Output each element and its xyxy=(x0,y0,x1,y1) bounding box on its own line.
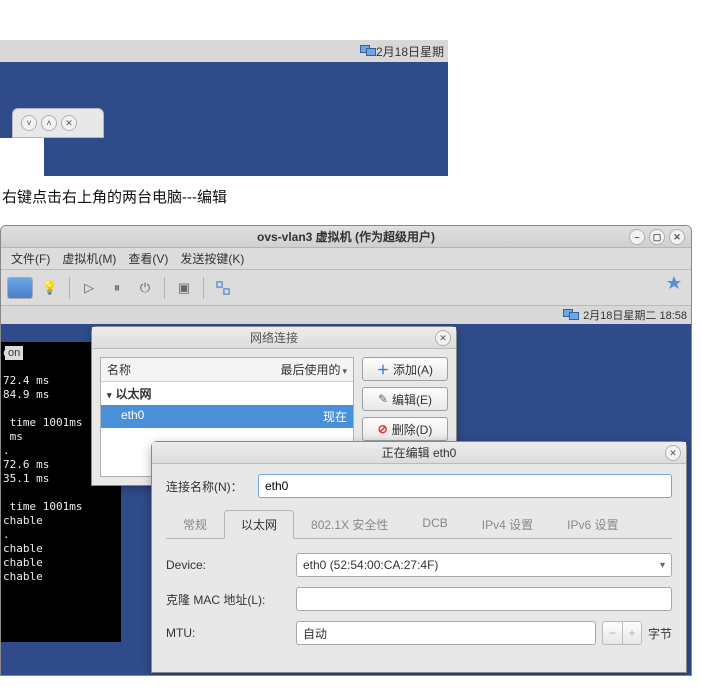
close-icon[interactable]: ✕ xyxy=(669,229,685,245)
close-icon[interactable]: ✕ xyxy=(61,115,77,131)
max-icon[interactable]: ▢ xyxy=(649,229,665,245)
snapshot-icon[interactable]: ▣ xyxy=(173,277,195,299)
clone-mac-label: 克隆 MAC 地址(L): xyxy=(166,591,286,608)
list-item-eth0[interactable]: eth0 现在 xyxy=(101,405,353,428)
white-strip xyxy=(0,138,44,176)
list-header: 名称 最后使用的 xyxy=(101,358,353,382)
mtu-unit: 字节 xyxy=(648,625,672,642)
terminal-on-label: on xyxy=(5,346,23,360)
resize-handle-icon[interactable] xyxy=(665,276,683,294)
menu-vm[interactable]: 虚拟机(M) xyxy=(58,250,120,267)
top-screenshot-fragment: 2月18日星期 ˅ ˄ ✕ xyxy=(0,0,448,176)
vm-host-title: ovs-vlan3 虚拟机 (作为超级用户) xyxy=(257,228,435,245)
device-combo[interactable]: eth0 (52:54:00:CA:27:4F) xyxy=(296,553,672,577)
tab-dcb[interactable]: DCB xyxy=(405,510,464,538)
top-status-bar: 2月18日星期 xyxy=(0,40,448,62)
close-icon[interactable]: ✕ xyxy=(435,330,451,346)
plus-icon: ＋ xyxy=(377,361,389,378)
mtu-label: MTU: xyxy=(166,626,286,640)
group-ethernet[interactable]: 以太网 xyxy=(101,382,353,405)
col-last-used[interactable]: 最后使用的 xyxy=(257,358,353,381)
caption-text: 右键点击右上角的两台电脑---编辑 xyxy=(2,186,702,207)
add-button[interactable]: ＋添加(A) xyxy=(362,357,448,381)
tab-ipv4[interactable]: IPv4 设置 xyxy=(465,510,550,538)
separator xyxy=(69,277,70,299)
mtu-minus-button[interactable]: − xyxy=(602,621,622,645)
separator xyxy=(203,277,204,299)
vm-host-titlebar: ovs-vlan3 虚拟机 (作为超级用户) – ▢ ✕ xyxy=(1,226,691,248)
edit-title: 正在编辑 eth0 xyxy=(382,444,457,461)
mtu-plus-button[interactable]: + xyxy=(622,621,642,645)
minimize-icon[interactable]: ˄ xyxy=(41,115,57,131)
col-name[interactable]: 名称 xyxy=(101,358,257,381)
vm-inner-date: 2月18日星期二 18:58 xyxy=(583,307,687,323)
network-connections-title: 网络连接 xyxy=(250,329,298,346)
edit-connection-dialog: 正在编辑 eth0 ✕ 连接名称(N)： 常规 以太网 802.1X 安全性 D… xyxy=(151,441,687,673)
console-button[interactable] xyxy=(7,277,33,299)
fullscreen-icon[interactable] xyxy=(212,277,234,299)
menu-file[interactable]: 文件(F) xyxy=(7,250,54,267)
shade-icon[interactable]: ˅ xyxy=(21,115,37,131)
mtu-input[interactable]: 自动 xyxy=(296,621,596,645)
network-computers-icon[interactable] xyxy=(563,309,579,321)
network-connections-titlebar: 网络连接 ✕ xyxy=(92,327,456,349)
tab-8021x[interactable]: 802.1X 安全性 xyxy=(294,510,405,538)
tab-ethernet[interactable]: 以太网 xyxy=(224,510,294,539)
tab-general[interactable]: 常规 xyxy=(166,510,224,538)
top-date: 2月18日星期 xyxy=(376,43,444,60)
menu-view[interactable]: 查看(V) xyxy=(124,250,172,267)
edit-titlebar: 正在编辑 eth0 ✕ xyxy=(152,442,686,464)
connection-name-input[interactable] xyxy=(258,474,672,498)
delete-icon: ⊘ xyxy=(378,422,388,436)
pause-icon[interactable]: ⏸ xyxy=(106,277,128,299)
menu-sendkey[interactable]: 发送按键(K) xyxy=(176,250,248,267)
mtu-stepper: − + xyxy=(602,621,642,645)
edit-button[interactable]: ✎编辑(E) xyxy=(362,387,448,411)
connection-name-label: 连接名称(N)： xyxy=(166,478,250,495)
device-label: Device: xyxy=(166,558,286,572)
play-icon[interactable]: ▷ xyxy=(78,277,100,299)
close-icon[interactable]: ✕ xyxy=(665,445,681,461)
tab-bar: 常规 以太网 802.1X 安全性 DCB IPv4 设置 IPv6 设置 xyxy=(166,510,672,539)
vm-host-toolbar: 💡 ▷ ⏸ ⏻ ▣ xyxy=(1,270,691,306)
vm-inner-statusbar: 2月18日星期二 18:58 xyxy=(1,306,691,324)
vm-host-menubar: 文件(F) 虚拟机(M) 查看(V) 发送按键(K) xyxy=(1,248,691,270)
tab-ipv6[interactable]: IPv6 设置 xyxy=(550,510,635,538)
delete-button[interactable]: ⊘删除(D) xyxy=(362,417,448,441)
network-computers-icon xyxy=(360,45,376,57)
separator xyxy=(164,277,165,299)
clone-mac-input[interactable] xyxy=(296,587,672,611)
pencil-icon: ✎ xyxy=(378,392,388,406)
power-icon[interactable]: ⏻ xyxy=(134,277,156,299)
window-controls-fragment: ˅ ˄ ✕ xyxy=(12,108,104,138)
min-icon[interactable]: – xyxy=(629,229,645,245)
vm-host-window: ovs-vlan3 虚拟机 (作为超级用户) – ▢ ✕ 文件(F) 虚拟机(M… xyxy=(0,225,692,676)
lightbulb-icon[interactable]: 💡 xyxy=(39,277,61,299)
item-name: eth0 xyxy=(121,408,257,425)
item-last: 现在 xyxy=(257,408,347,425)
